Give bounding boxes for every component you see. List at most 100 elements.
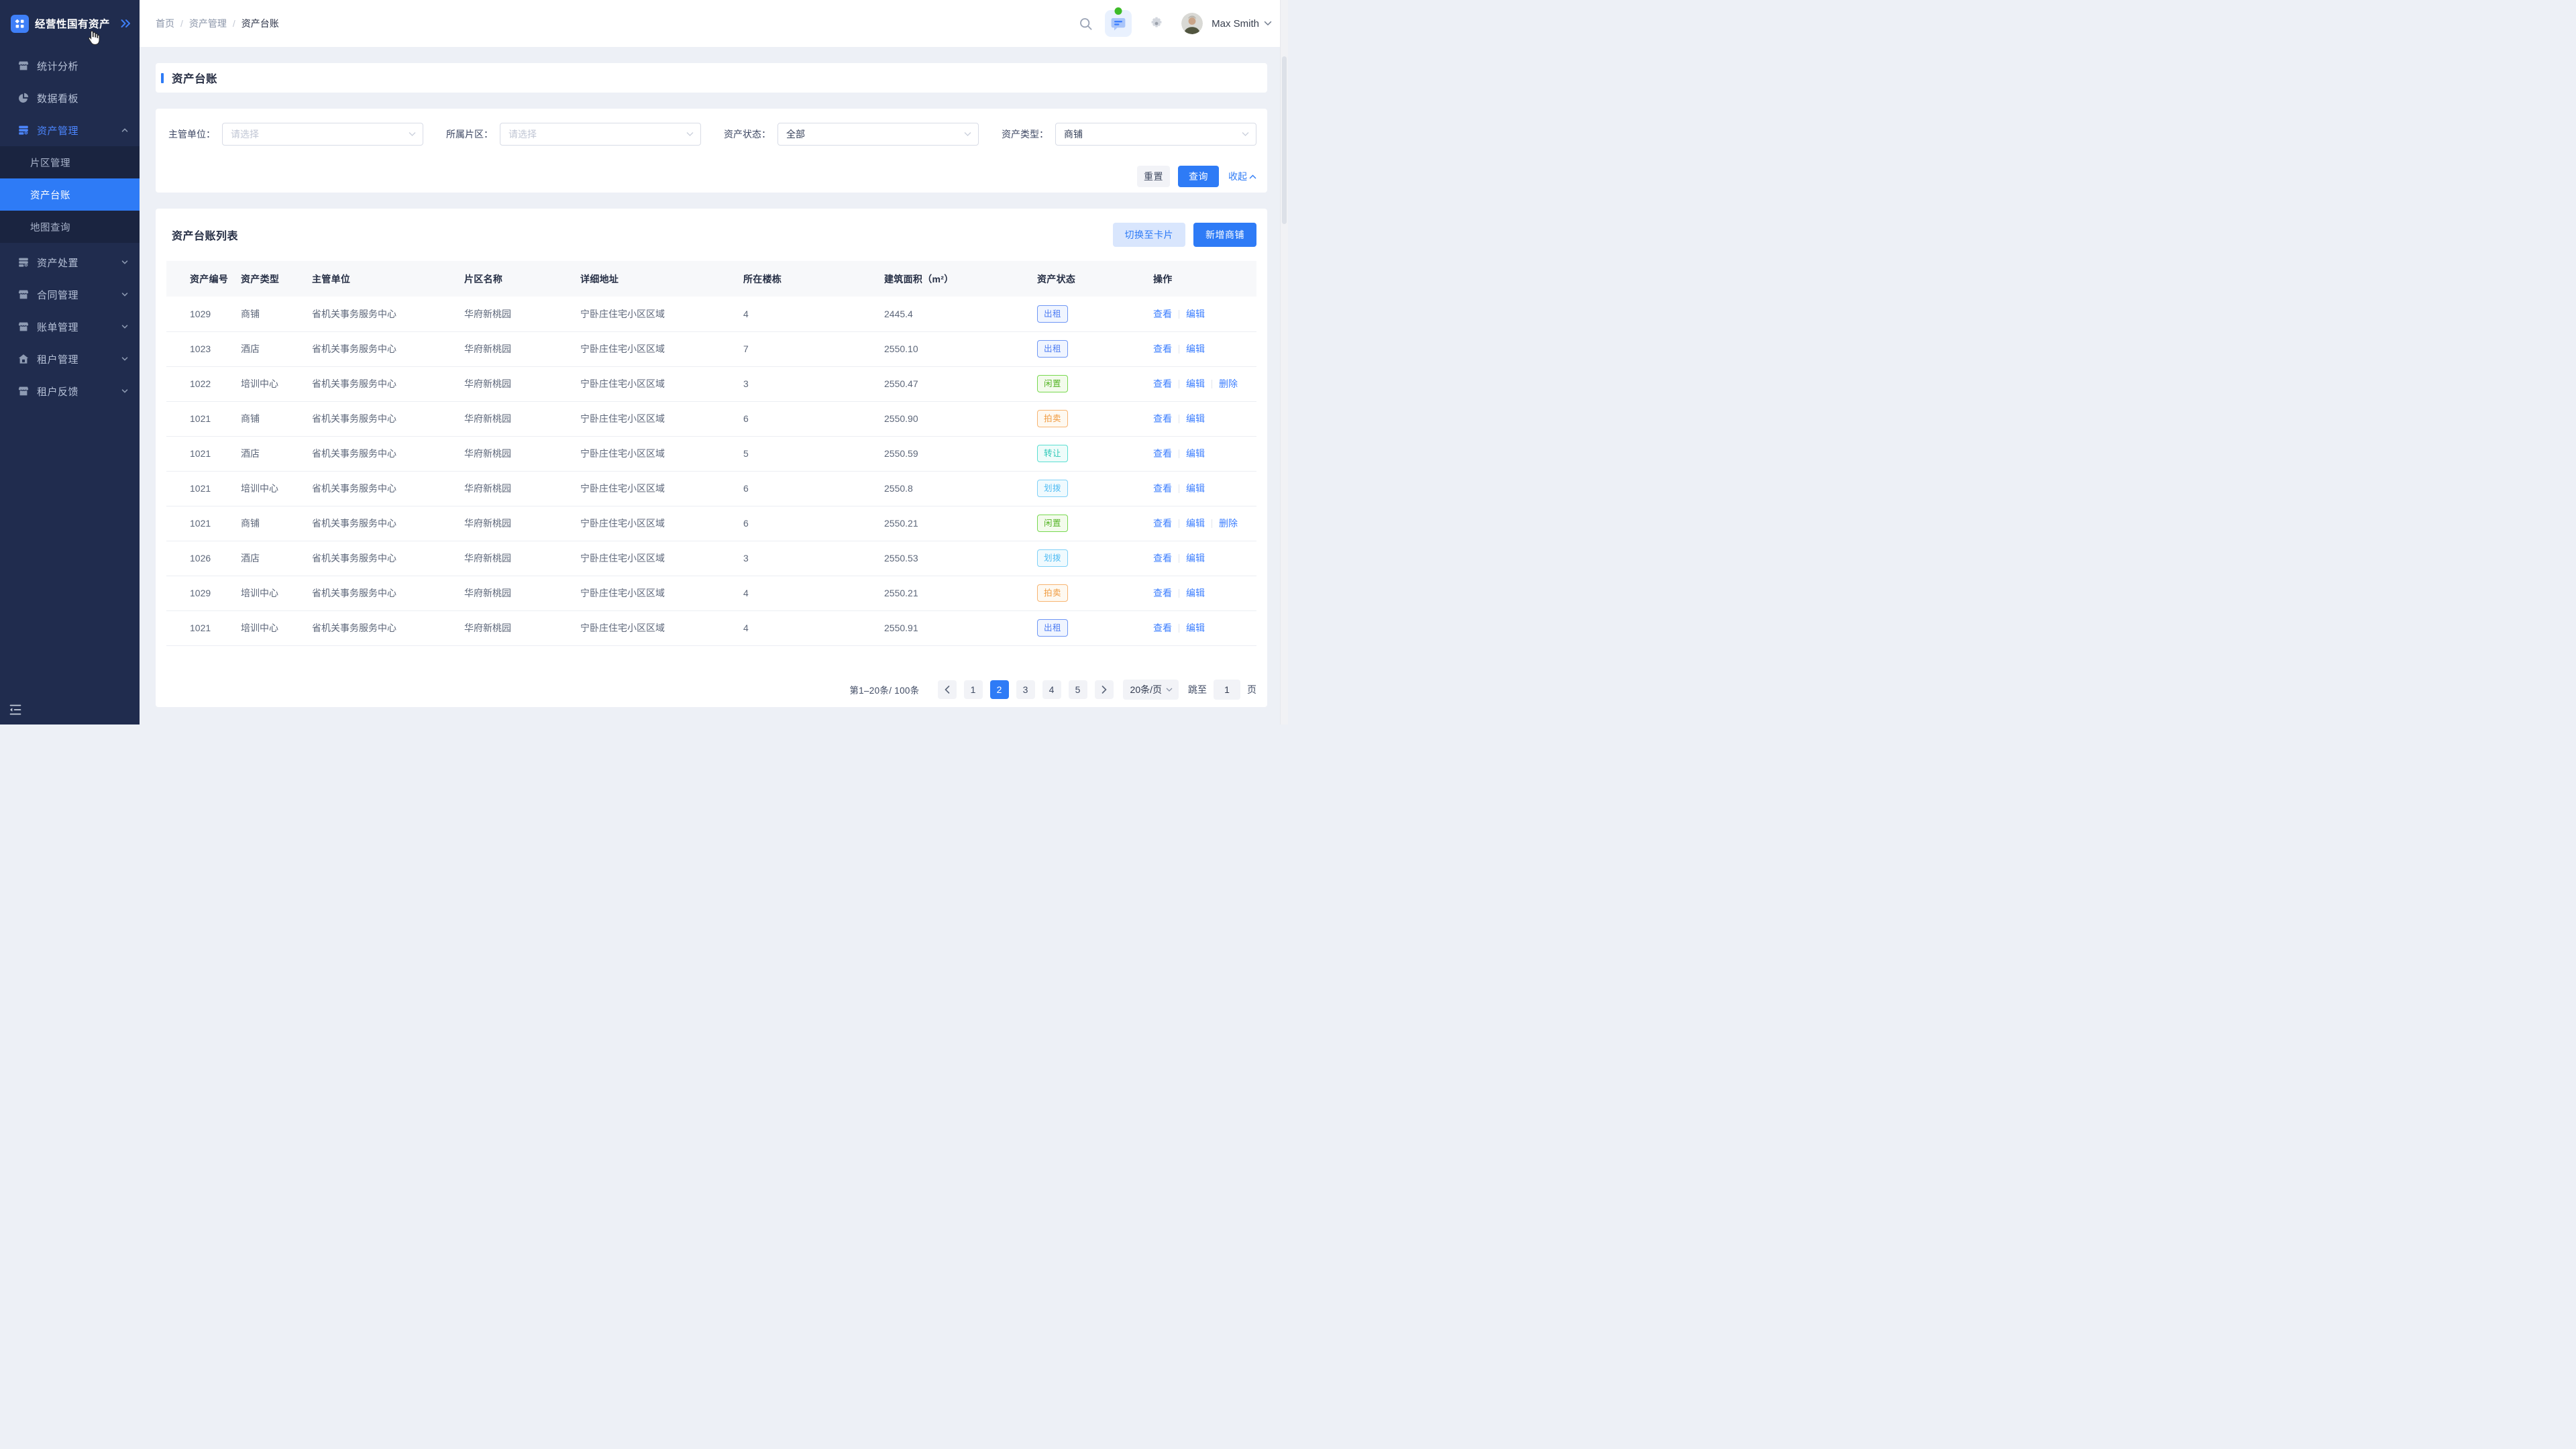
sidebar-item-asset-ledger[interactable]: 资产台账 xyxy=(0,178,140,211)
cell-building: 6 xyxy=(743,401,884,436)
chevron-down-icon[interactable] xyxy=(1264,21,1272,26)
action-edit[interactable]: 编辑 xyxy=(1186,448,1205,459)
sidebar-menu: 统计分析数据看板资产管理片区管理资产台账地图查询资产处置合同管理账单管理租户管理… xyxy=(0,50,140,407)
action-view[interactable]: 查看 xyxy=(1153,518,1172,529)
sidebar-item-tenant-feedback[interactable]: 租户反馈 xyxy=(0,375,140,407)
breadcrumb-home[interactable]: 首页 xyxy=(156,17,174,30)
action-edit[interactable]: 编辑 xyxy=(1186,413,1205,424)
breadcrumb-asset-mgmt[interactable]: 资产管理 xyxy=(189,17,227,30)
cell-unit: 省机关事务服务中心 xyxy=(312,436,464,471)
action-delete[interactable]: 删除 xyxy=(1219,378,1238,389)
cell-unit: 省机关事务服务中心 xyxy=(312,331,464,366)
action-view[interactable]: 查看 xyxy=(1153,413,1172,424)
sidebar-item-asset-mgmt[interactable]: 资产管理 xyxy=(0,114,140,146)
page-button-4[interactable]: 4 xyxy=(1042,680,1061,699)
sidebar-item-tenant-mgmt[interactable]: 租户管理 xyxy=(0,343,140,375)
cell-asset-id: 1021 xyxy=(166,401,241,436)
unit-select[interactable]: 请选择 xyxy=(222,123,423,146)
cell-actions: 查看 编辑 xyxy=(1153,436,1256,471)
cell-address: 宁卧庄住宅小区区域 xyxy=(580,331,743,366)
sidebar-collapse-icon[interactable] xyxy=(9,704,23,716)
col-unit: 主管单位 xyxy=(312,261,464,297)
add-shop-button[interactable]: 新增商铺 xyxy=(1193,223,1256,247)
user-name[interactable]: Max Smith xyxy=(1212,18,1259,30)
page-title-card: 资产台账 xyxy=(156,63,1267,93)
scrollbar-thumb[interactable] xyxy=(1282,56,1287,224)
cell-area: 2550.53 xyxy=(884,541,1037,576)
next-page-button[interactable] xyxy=(1095,680,1114,699)
sidebar-item-district-mgmt[interactable]: 片区管理 xyxy=(0,146,140,178)
cell-asset-id: 1021 xyxy=(166,471,241,506)
cell-asset-id: 1029 xyxy=(166,297,241,331)
cell-asset-type: 培训中心 xyxy=(241,471,312,506)
prev-page-button[interactable] xyxy=(938,680,957,699)
action-edit[interactable]: 编辑 xyxy=(1186,623,1205,633)
sidebar-item-stats[interactable]: 统计分析 xyxy=(0,50,140,82)
notifications-message-icon[interactable] xyxy=(1105,10,1132,37)
sidebar-item-dashboard[interactable]: 数据看板 xyxy=(0,82,140,114)
action-view[interactable]: 查看 xyxy=(1153,343,1172,354)
settings-gear-icon[interactable] xyxy=(1149,16,1164,31)
cell-building: 6 xyxy=(743,506,884,541)
cell-actions: 查看 编辑 xyxy=(1153,331,1256,366)
cell-status: 闲置 xyxy=(1037,506,1153,541)
action-edit[interactable]: 编辑 xyxy=(1186,483,1205,494)
cell-district: 华府新桃园 xyxy=(464,541,580,576)
action-view[interactable]: 查看 xyxy=(1153,309,1172,319)
action-edit[interactable]: 编辑 xyxy=(1186,309,1205,319)
cell-asset-id: 1022 xyxy=(166,366,241,401)
user-avatar[interactable] xyxy=(1181,13,1203,34)
action-edit[interactable]: 编辑 xyxy=(1186,553,1205,564)
status-badge: 闲置 xyxy=(1037,515,1068,532)
cell-unit: 省机关事务服务中心 xyxy=(312,297,464,331)
cell-area: 2550.91 xyxy=(884,610,1037,645)
collapse-filters-link[interactable]: 收起 xyxy=(1228,170,1256,183)
status-badge: 划拨 xyxy=(1037,480,1068,497)
store-icon xyxy=(17,321,30,333)
filter-panel: 主管单位： 请选择 所属片区： 请选择 资产状态： 全部 xyxy=(156,109,1267,193)
breadcrumb: 首页 / 资产管理 / 资产台账 xyxy=(156,17,279,30)
sidebar-item-map-query[interactable]: 地图查询 xyxy=(0,211,140,243)
action-edit[interactable]: 编辑 xyxy=(1186,343,1205,354)
action-edit[interactable]: 编辑 xyxy=(1186,518,1205,529)
cell-area: 2550.90 xyxy=(884,401,1037,436)
action-edit[interactable]: 编辑 xyxy=(1186,588,1205,598)
status-badge: 拍卖 xyxy=(1037,584,1068,602)
page-size-select[interactable]: 20条/页 xyxy=(1123,680,1179,700)
type-select[interactable]: 商铺 xyxy=(1055,123,1256,146)
sidebar-item-asset-disposal[interactable]: 资产处置 xyxy=(0,246,140,278)
cell-actions: 查看 编辑 删除 xyxy=(1153,366,1256,401)
action-view[interactable]: 查看 xyxy=(1153,378,1172,389)
switch-to-card-button[interactable]: 切换至卡片 xyxy=(1113,223,1186,247)
jump-page-input[interactable] xyxy=(1214,680,1240,700)
sidebar-item-bill-mgmt[interactable]: 账单管理 xyxy=(0,311,140,343)
reset-button[interactable]: 重置 xyxy=(1137,166,1170,187)
scrollbar[interactable] xyxy=(1280,0,1288,724)
page-button-2[interactable]: 2 xyxy=(990,680,1009,699)
col-address: 详细地址 xyxy=(580,261,743,297)
page-button-3[interactable]: 3 xyxy=(1016,680,1035,699)
sidebar: 经营性国有资产 统计分析数据看板资产管理片区管理资产台账地图查询资产处置合同管理… xyxy=(0,0,140,724)
search-icon[interactable] xyxy=(1079,17,1093,31)
table-row: 1021商铺省机关事务服务中心华府新桃园宁卧庄住宅小区区域62550.21闲置查… xyxy=(166,506,1256,541)
store-icon xyxy=(17,288,30,301)
action-view[interactable]: 查看 xyxy=(1153,588,1172,598)
page-button-5[interactable]: 5 xyxy=(1069,680,1087,699)
district-select[interactable]: 请选择 xyxy=(500,123,701,146)
page-button-1[interactable]: 1 xyxy=(964,680,983,699)
cell-actions: 查看 编辑 xyxy=(1153,610,1256,645)
action-delete[interactable]: 删除 xyxy=(1219,518,1238,529)
action-view[interactable]: 查看 xyxy=(1153,483,1172,494)
action-view[interactable]: 查看 xyxy=(1153,623,1172,633)
action-view[interactable]: 查看 xyxy=(1153,448,1172,459)
query-button[interactable]: 查询 xyxy=(1178,166,1219,187)
sidebar-expand-icon[interactable] xyxy=(120,19,131,28)
server-icon xyxy=(17,256,30,268)
status-select[interactable]: 全部 xyxy=(777,123,979,146)
chevron-down-icon xyxy=(1166,688,1173,692)
sidebar-item-contract-mgmt[interactable]: 合同管理 xyxy=(0,278,140,311)
table-row: 1021培训中心省机关事务服务中心华府新桃园宁卧庄住宅小区区域42550.91出… xyxy=(166,610,1256,645)
action-view[interactable]: 查看 xyxy=(1153,553,1172,564)
cell-asset-id: 1023 xyxy=(166,331,241,366)
action-edit[interactable]: 编辑 xyxy=(1186,378,1205,389)
